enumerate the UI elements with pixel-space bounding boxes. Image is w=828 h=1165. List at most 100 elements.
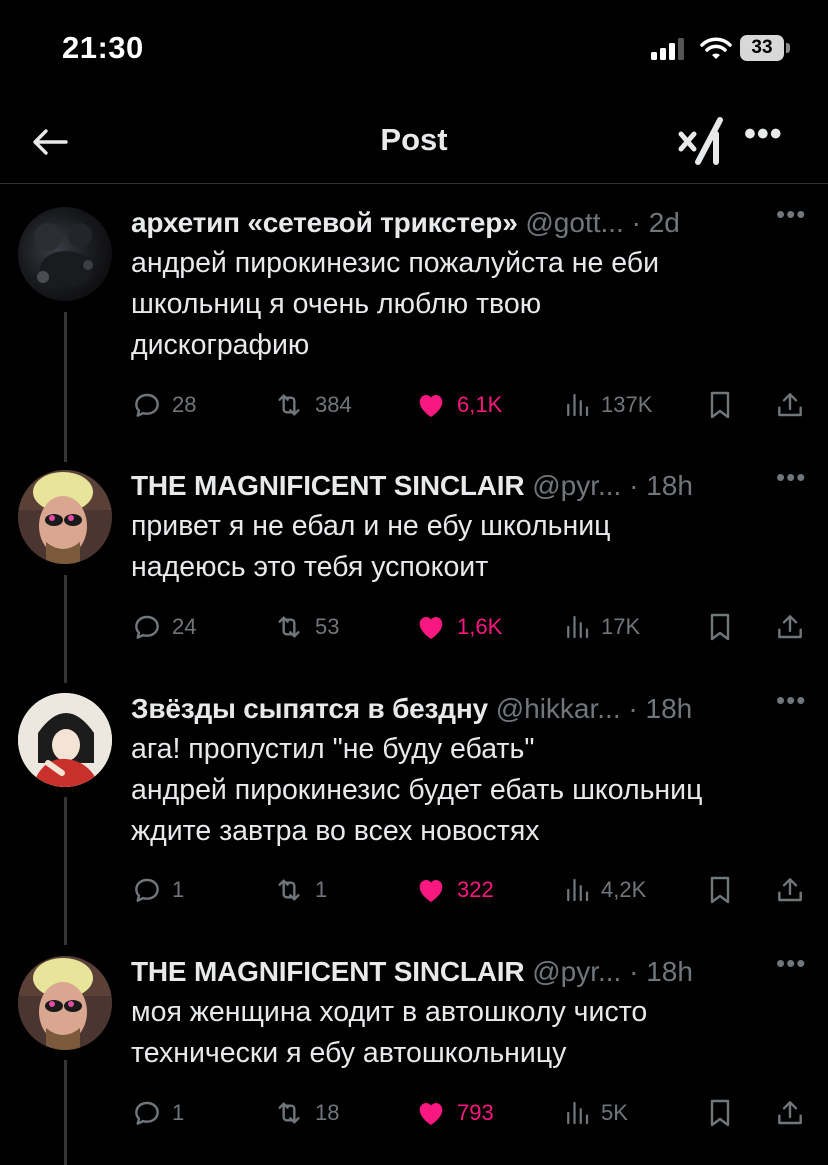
bookmark-icon bbox=[704, 1097, 736, 1129]
views-icon bbox=[562, 611, 592, 643]
author-name[interactable]: THE MAGNIFICENT SINCLAIR bbox=[131, 956, 525, 987]
repost-count: 18 bbox=[315, 1100, 340, 1125]
reply-icon bbox=[131, 1097, 163, 1129]
views-button[interactable]: 5K bbox=[562, 1093, 628, 1133]
author-name[interactable]: THE MAGNIFICENT SINCLAIR bbox=[131, 470, 525, 501]
bookmark-button[interactable] bbox=[704, 1093, 736, 1133]
post-text-line: привет я не ебал и не ебу школьниц bbox=[131, 510, 611, 542]
author-handle[interactable]: @gott... bbox=[525, 207, 623, 238]
post-text: ага! пропустил "не буду ебать" андрей пи… bbox=[131, 729, 811, 852]
bookmark-button[interactable] bbox=[704, 870, 736, 910]
repost-count: 1 bbox=[315, 877, 328, 902]
avatar-image bbox=[18, 956, 112, 1050]
avatar[interactable] bbox=[18, 956, 112, 1050]
reply-count: 24 bbox=[172, 614, 197, 639]
share-icon bbox=[774, 1097, 806, 1129]
post-more-icon[interactable]: ••• bbox=[776, 948, 806, 979]
repost-button[interactable]: 53 bbox=[272, 607, 339, 647]
avatar[interactable] bbox=[18, 693, 112, 787]
like-button[interactable]: 322 bbox=[414, 870, 494, 910]
post-text-line: моя женщина ходит в автошколу чисто bbox=[131, 996, 648, 1028]
post-actions: 24 53 1,6K 17K bbox=[0, 607, 828, 647]
reply-icon bbox=[131, 611, 163, 643]
post-actions: 28 384 6,1K 137K bbox=[0, 385, 828, 425]
more-icon[interactable]: ••• bbox=[744, 117, 784, 158]
bookmark-button[interactable] bbox=[704, 607, 736, 647]
post-more-icon[interactable]: ••• bbox=[776, 462, 806, 493]
post-header: архетип «сетевой трикстер» @gott... · 2d bbox=[131, 205, 680, 241]
post-text-line: андрей пирокинезис пожалуйста не еби bbox=[131, 247, 660, 279]
views-count: 5K bbox=[601, 1100, 628, 1125]
status-time: 21:30 bbox=[62, 30, 144, 65]
avatar[interactable] bbox=[18, 207, 112, 301]
post-text-line: дискографию bbox=[131, 329, 310, 361]
post-text: моя женщина ходит в автошколу чисто техн… bbox=[131, 992, 811, 1074]
views-button[interactable]: 17K bbox=[562, 607, 640, 647]
bookmark-icon bbox=[704, 874, 736, 906]
author-name[interactable]: архетип «сетевой трикстер» bbox=[131, 207, 518, 238]
repost-icon bbox=[272, 611, 306, 643]
like-button[interactable]: 1,6K bbox=[414, 607, 502, 647]
heart-icon bbox=[414, 1097, 448, 1129]
views-button[interactable]: 137K bbox=[562, 385, 652, 425]
post-text-line: технически я ебу автошкольницу bbox=[131, 1037, 567, 1069]
post-time: · 18h bbox=[629, 956, 693, 987]
author-handle[interactable]: @pyr... bbox=[532, 956, 621, 987]
post-text-line: надеюсь это тебя успокоит bbox=[131, 551, 489, 583]
share-icon bbox=[774, 874, 806, 906]
reply-button[interactable]: 24 bbox=[131, 607, 196, 647]
post-header: THE MAGNIFICENT SINCLAIR @pyr... · 18h bbox=[131, 954, 693, 990]
wifi-icon bbox=[700, 37, 732, 59]
reply-button[interactable]: 1 bbox=[131, 870, 184, 910]
like-count: 1,6K bbox=[457, 614, 503, 639]
post-text-line: школьниц я очень люблю твою bbox=[131, 288, 542, 320]
post-header: Звёзды сыпятся в бездну @hikkar... · 18h bbox=[131, 691, 692, 727]
like-count: 793 bbox=[457, 1100, 494, 1125]
views-count: 137K bbox=[601, 392, 653, 417]
post-time: · 18h bbox=[628, 693, 693, 724]
status-bar: 21:30 33 bbox=[0, 0, 828, 100]
repost-count: 384 bbox=[315, 392, 352, 417]
battery-nub bbox=[786, 43, 790, 53]
post-text-line: андрей пирокинезис будет ебать школьниц bbox=[131, 774, 703, 806]
avatar-image bbox=[18, 693, 112, 787]
share-button[interactable] bbox=[774, 607, 806, 647]
reply-button[interactable]: 28 bbox=[131, 385, 196, 425]
views-icon bbox=[562, 389, 592, 421]
author-handle[interactable]: @pyr... bbox=[532, 470, 621, 501]
share-button[interactable] bbox=[774, 1093, 806, 1133]
repost-button[interactable]: 384 bbox=[272, 385, 352, 425]
like-button[interactable]: 6,1K bbox=[414, 385, 502, 425]
author-name[interactable]: Звёзды сыпятся в бездну bbox=[131, 693, 488, 724]
top-nav: Post ••• bbox=[0, 100, 828, 184]
avatar-image bbox=[34, 223, 93, 287]
share-button[interactable] bbox=[774, 870, 806, 910]
bookmark-icon bbox=[704, 389, 736, 421]
like-count: 6,1K bbox=[457, 392, 503, 417]
avatar-image bbox=[18, 470, 112, 564]
repost-icon bbox=[272, 874, 306, 906]
reply-button[interactable]: 1 bbox=[131, 1093, 184, 1133]
post-text-line: ждите завтра во всех новостях bbox=[131, 815, 540, 847]
post-more-icon[interactable]: ••• bbox=[776, 199, 806, 230]
heart-icon bbox=[414, 389, 448, 421]
views-count: 17K bbox=[601, 614, 641, 639]
repost-button[interactable]: 18 bbox=[272, 1093, 339, 1133]
grok-icon[interactable] bbox=[676, 114, 726, 166]
share-button[interactable] bbox=[774, 385, 806, 425]
repost-button[interactable]: 1 bbox=[272, 870, 327, 910]
author-handle[interactable]: @hikkar... bbox=[496, 693, 621, 724]
post-more-icon[interactable]: ••• bbox=[776, 685, 806, 716]
repost-icon bbox=[272, 1097, 306, 1129]
reply-icon bbox=[131, 874, 163, 906]
repost-count: 53 bbox=[315, 614, 340, 639]
views-button[interactable]: 4,2K bbox=[562, 870, 646, 910]
views-icon bbox=[562, 1097, 592, 1129]
reply-icon bbox=[131, 389, 163, 421]
like-button[interactable]: 793 bbox=[414, 1093, 494, 1133]
post-text: привет я не ебал и не ебу школьниц надею… bbox=[131, 506, 811, 588]
post-time: · 18h bbox=[629, 470, 693, 501]
bookmark-button[interactable] bbox=[704, 385, 736, 425]
avatar[interactable] bbox=[18, 470, 112, 564]
nav-divider bbox=[0, 183, 828, 184]
